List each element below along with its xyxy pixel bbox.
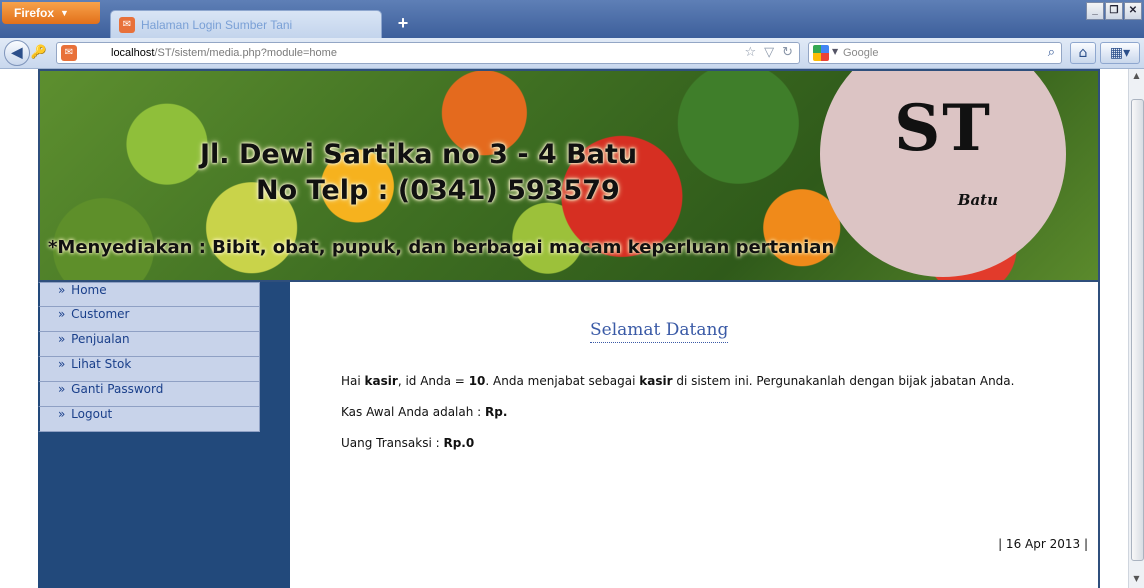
uang-value: Rp.0 — [443, 436, 475, 450]
menu-bullet: » — [58, 382, 66, 396]
user-role: kasir — [364, 374, 398, 388]
menu-bullet: » — [58, 332, 66, 346]
history-dropdown-icon[interactable]: ▽ — [764, 45, 774, 60]
home-button[interactable]: ⌂ — [1070, 42, 1096, 64]
site-identity-icon[interactable]: 🔑 — [30, 44, 48, 62]
new-tab-button[interactable]: + — [390, 12, 416, 34]
address-bar[interactable]: ✉ localhost/ST/sistem/media.php?module=h… — [56, 42, 800, 64]
window-controls: _ ❐ ✕ — [1086, 2, 1142, 20]
browser-tab[interactable]: ✉ Halaman Login Sumber Tani — [110, 10, 382, 38]
url-controls: ☆ ▽ ↻ — [744, 45, 793, 60]
sidebar: » Home » Customer » Penjualan » Lihat St… — [38, 282, 290, 588]
url-host: localhost — [111, 47, 155, 59]
bookmark-star-icon[interactable]: ☆ — [744, 45, 756, 60]
logo-subtitle: Batu — [957, 191, 998, 209]
user-id: 10 — [468, 374, 486, 388]
search-placeholder: Google — [843, 47, 879, 59]
id-label: , id Anda = — [397, 374, 465, 388]
sidebar-item-label: Customer — [71, 307, 130, 321]
chevron-down-icon: ▼ — [60, 8, 69, 18]
sidebar-item-penjualan[interactable]: » Penjualan — [38, 332, 260, 357]
main-content: Selamat Datang Hai kasir, id Anda = 10. … — [290, 282, 1100, 588]
menu-bullet: » — [58, 283, 66, 297]
greeting-prefix: Hai — [341, 374, 361, 388]
search-icon[interactable]: ⌕ — [1048, 45, 1055, 60]
tab-title: Halaman Login Sumber Tani — [141, 18, 293, 32]
kas-value: Rp. — [485, 405, 508, 419]
home-icon: ⌂ — [1078, 45, 1088, 61]
search-bar[interactable]: ▼ Google ⌕ — [808, 42, 1062, 64]
reload-icon[interactable]: ↻ — [782, 45, 793, 60]
back-button[interactable]: ◀ — [4, 40, 30, 66]
sidebar-item-lihat-stok[interactable]: » Lihat Stok — [38, 357, 260, 382]
sidebar-item-customer[interactable]: » Customer — [38, 307, 260, 332]
uang-label: Uang Transaksi : — [341, 436, 440, 450]
google-engine-icon[interactable] — [813, 45, 829, 61]
bookmarks-button[interactable]: ▦▾ — [1100, 42, 1140, 64]
scroll-up-icon[interactable]: ▲ — [1131, 71, 1142, 83]
header-banner: Jl. Dewi Sartika no 3 - 4 Batu No Telp :… — [38, 69, 1100, 282]
bookmarks-icon: ▦▾ — [1109, 45, 1131, 61]
browser-titlebar: Firefox ▼ ✉ Halaman Login Sumber Tani + … — [0, 0, 1144, 38]
sidebar-item-home[interactable]: » Home — [38, 282, 260, 307]
kas-awal-text: Kas Awal Anda adalah : Rp. — [341, 405, 507, 419]
sidebar-item-ganti-password[interactable]: » Ganti Password — [38, 382, 260, 407]
role-text: . Anda menjabat sebagai — [485, 374, 636, 388]
page-title: Selamat Datang — [590, 320, 729, 343]
restore-icon[interactable]: ❐ — [1105, 2, 1123, 20]
site-favicon-icon: ✉ — [119, 17, 135, 33]
page-viewport: Jl. Dewi Sartika no 3 - 4 Batu No Telp :… — [0, 69, 1128, 588]
logo-text: ST — [894, 91, 992, 166]
kas-label: Kas Awal Anda adalah : — [341, 405, 482, 419]
firefox-menu-label: Firefox — [14, 6, 55, 20]
menu-bullet: » — [58, 357, 66, 371]
sidebar-item-label: Home — [71, 283, 107, 297]
scrollbar-thumb[interactable] — [1131, 99, 1144, 561]
sidebar-item-logout[interactable]: » Logout — [38, 407, 260, 432]
close-icon[interactable]: ✕ — [1124, 2, 1142, 20]
sidebar-item-label: Lihat Stok — [71, 357, 132, 371]
uang-transaksi-text: Uang Transaksi : Rp.0 — [341, 436, 474, 450]
sidebar-item-label: Logout — [71, 407, 113, 421]
url-path: /ST/sistem/media.php?module=home — [154, 47, 337, 59]
banner-tagline: *Menyediakan : Bibit, obat, pupuk, dan b… — [48, 237, 835, 258]
user-role-repeat: kasir — [639, 374, 673, 388]
sidebar-menu: » Home » Customer » Penjualan » Lihat St… — [38, 282, 260, 432]
menu-bullet: » — [58, 307, 66, 321]
vertical-scrollbar[interactable]: ▲ ▼ — [1128, 69, 1144, 588]
banner-address: Jl. Dewi Sartika no 3 - 4 Batu — [200, 139, 638, 170]
firefox-menu-button[interactable]: Firefox ▼ — [2, 2, 100, 24]
logo: ST Batu — [820, 71, 1066, 277]
date-text: | 16 Apr 2013 | — [998, 537, 1088, 551]
role-suffix: di sistem ini. Pergunakanlah dengan bija… — [676, 374, 1015, 388]
menu-bullet: » — [58, 407, 66, 421]
site-favicon-icon: ✉ — [61, 45, 77, 61]
sidebar-item-label: Penjualan — [71, 332, 130, 346]
scroll-down-icon[interactable]: ▼ — [1131, 574, 1142, 586]
url-text: localhost/ST/sistem/media.php?module=hom… — [111, 47, 337, 59]
chevron-down-icon[interactable]: ▼ — [832, 47, 838, 56]
minimize-icon[interactable]: _ — [1086, 2, 1104, 20]
greeting-text: Hai kasir, id Anda = 10. Anda menjabat s… — [341, 374, 1014, 388]
banner-phone: No Telp : (0341) 593579 — [256, 175, 620, 206]
sidebar-item-label: Ganti Password — [71, 382, 164, 396]
navigation-toolbar: ◀ 🔑 ✉ localhost/ST/sistem/media.php?modu… — [0, 38, 1144, 69]
